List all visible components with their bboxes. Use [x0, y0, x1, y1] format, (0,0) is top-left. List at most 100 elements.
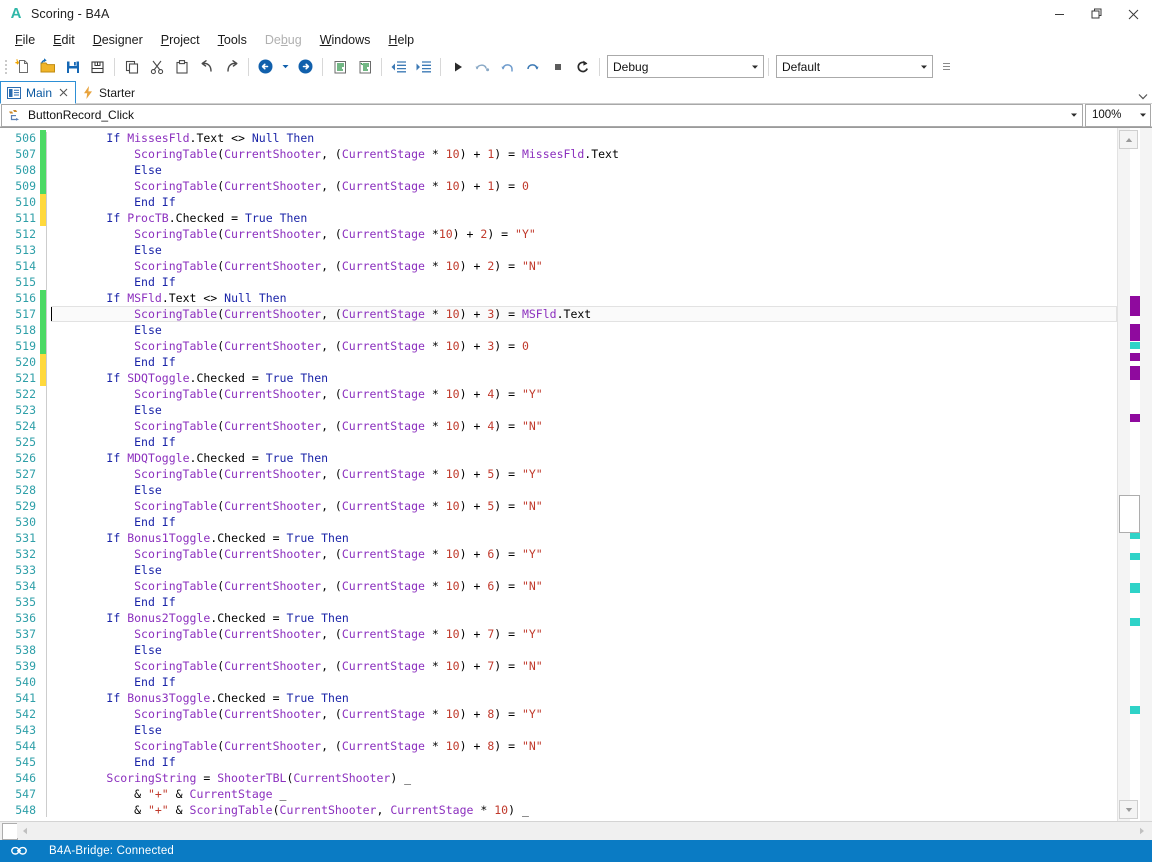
- paste-icon[interactable]: [169, 55, 194, 79]
- code-line[interactable]: ScoringTable(CurrentShooter, (CurrentSta…: [51, 706, 1117, 722]
- menu-windows[interactable]: Windows: [311, 29, 380, 51]
- code-line[interactable]: ScoringTable(CurrentShooter, (CurrentSta…: [51, 658, 1117, 674]
- code-line[interactable]: End If: [51, 354, 1117, 370]
- code-line[interactable]: If SDQToggle.Checked = True Then: [51, 370, 1117, 386]
- close-button[interactable]: [1115, 0, 1152, 28]
- toolbar-grip[interactable]: [2, 58, 9, 76]
- tab-starter[interactable]: Starter: [76, 82, 142, 103]
- undo-icon[interactable]: [194, 55, 219, 79]
- code-line[interactable]: Else: [51, 162, 1117, 178]
- code-line[interactable]: Else: [51, 402, 1117, 418]
- code-line[interactable]: End If: [51, 754, 1117, 770]
- code-surface[interactable]: 506 507 508 509 510 511 512 513 514 515 516 517 518 5…: [0, 128, 1117, 821]
- menu-help[interactable]: Help: [379, 29, 423, 51]
- code-line[interactable]: ScoringTable(CurrentShooter, (CurrentSta…: [51, 578, 1117, 594]
- navigate-back-icon[interactable]: [253, 55, 278, 79]
- indent-icon[interactable]: [411, 55, 436, 79]
- menu-designer[interactable]: Designer: [84, 29, 152, 51]
- code-line[interactable]: End If: [51, 674, 1117, 690]
- code-line[interactable]: Else: [51, 242, 1117, 258]
- restart-icon[interactable]: [570, 55, 595, 79]
- code-line[interactable]: ScoringTable(CurrentShooter, (CurrentSta…: [51, 546, 1117, 562]
- code-line[interactable]: If ProcTB.Checked = True Then: [51, 210, 1117, 226]
- code-line[interactable]: ScoringTable(CurrentShooter, (CurrentSta…: [51, 146, 1117, 162]
- minimize-button[interactable]: [1041, 0, 1078, 28]
- scroll-down-button[interactable]: [1119, 800, 1138, 819]
- code-line[interactable]: & "+" & ScoringTable(CurrentShooter, Cur…: [51, 802, 1117, 818]
- code-line[interactable]: ScoringTable(CurrentShooter, (CurrentSta…: [51, 626, 1117, 642]
- step-out-icon[interactable]: [520, 55, 545, 79]
- code-line[interactable]: ScoringString = ShooterTBL(CurrentShoote…: [51, 770, 1117, 786]
- menu-file[interactable]: File: [6, 29, 44, 51]
- restore-button[interactable]: [1078, 0, 1115, 28]
- menu-tools[interactable]: Tools: [209, 29, 256, 51]
- outdent-icon[interactable]: [386, 55, 411, 79]
- code-line[interactable]: If MSFld.Text <> Null Then: [51, 290, 1117, 306]
- code-line[interactable]: If MissesFld.Text <> Null Then: [51, 130, 1117, 146]
- scroll-left-button[interactable]: [17, 823, 33, 838]
- vertical-scroll-thumb[interactable]: [1119, 495, 1140, 533]
- step-into-icon[interactable]: [495, 55, 520, 79]
- copy-icon[interactable]: [119, 55, 144, 79]
- save-all-icon[interactable]: [85, 55, 110, 79]
- module-icon: [7, 86, 21, 99]
- run-icon[interactable]: [445, 55, 470, 79]
- code-line[interactable]: & "+" & CurrentStage _: [51, 786, 1117, 802]
- code-line[interactable]: End If: [51, 434, 1117, 450]
- zoom-select[interactable]: 100%: [1085, 103, 1151, 127]
- code-line[interactable]: Else: [51, 562, 1117, 578]
- code-line[interactable]: End If: [51, 514, 1117, 530]
- code-line[interactable]: ScoringTable(CurrentShooter, (CurrentSta…: [51, 258, 1117, 274]
- code-line[interactable]: Else: [51, 322, 1117, 338]
- save-icon[interactable]: [60, 55, 85, 79]
- chevron-down-icon[interactable]: [1066, 105, 1082, 126]
- navigate-forward-icon[interactable]: [293, 55, 318, 79]
- step-over-icon[interactable]: [470, 55, 495, 79]
- code-line[interactable]: ScoringTable(CurrentShooter, (CurrentSta…: [51, 498, 1117, 514]
- member-select[interactable]: ButtonRecord_Click: [1, 103, 1083, 127]
- code-line[interactable]: End If: [51, 274, 1117, 290]
- code-line[interactable]: End If: [51, 594, 1117, 610]
- vertical-scrollbar[interactable]: [1117, 128, 1152, 821]
- code-line[interactable]: If Bonus3Toggle.Checked = True Then: [51, 690, 1117, 706]
- code-line[interactable]: Else: [51, 642, 1117, 658]
- tab-overflow-icon[interactable]: [1138, 93, 1148, 100]
- navigate-back-dropdown-icon[interactable]: [278, 55, 293, 79]
- cut-icon[interactable]: [144, 55, 169, 79]
- comment-icon[interactable]: [327, 55, 352, 79]
- code-line[interactable]: If Bonus1Toggle.Checked = True Then: [51, 530, 1117, 546]
- code-text[interactable]: If MissesFld.Text <> Null Then ScoringTa…: [47, 128, 1117, 821]
- code-line[interactable]: Else: [51, 482, 1117, 498]
- build-variant-select[interactable]: Default: [776, 55, 933, 78]
- vertical-scroll-track[interactable]: [1140, 128, 1152, 821]
- build-configuration-select[interactable]: Debug: [607, 55, 764, 78]
- code-line[interactable]: ScoringTable(CurrentShooter, (CurrentSta…: [51, 178, 1117, 194]
- open-folder-icon[interactable]: [35, 55, 60, 79]
- scroll-marker: [1130, 553, 1140, 560]
- scroll-right-button[interactable]: [1134, 823, 1150, 838]
- scroll-up-button[interactable]: [1119, 130, 1138, 149]
- code-line[interactable]: ScoringTable(CurrentShooter, (CurrentSta…: [51, 738, 1117, 754]
- menu-edit[interactable]: Edit: [44, 29, 84, 51]
- stop-icon[interactable]: [545, 55, 570, 79]
- code-line[interactable]: If MDQToggle.Checked = True Then: [51, 450, 1117, 466]
- code-line[interactable]: Else: [51, 722, 1117, 738]
- uncomment-icon[interactable]: [352, 55, 377, 79]
- code-line-current[interactable]: ScoringTable(CurrentShooter, (CurrentSta…: [51, 306, 1117, 322]
- code-line[interactable]: ScoringTable(CurrentShooter, (CurrentSta…: [51, 466, 1117, 482]
- code-line[interactable]: ScoringTable(CurrentShooter, (CurrentSta…: [51, 338, 1117, 354]
- code-line[interactable]: ScoringTable(CurrentShooter, (CurrentSta…: [51, 226, 1117, 242]
- menu-project[interactable]: Project: [152, 29, 209, 51]
- code-line[interactable]: ScoringTable(CurrentShooter, (CurrentSta…: [51, 418, 1117, 434]
- horizontal-scrollbar[interactable]: [0, 821, 1152, 840]
- horizontal-scroll-thumb[interactable]: [2, 823, 18, 840]
- code-line[interactable]: ScoringTable(CurrentShooter, (CurrentSta…: [51, 386, 1117, 402]
- code-line[interactable]: End If: [51, 194, 1117, 210]
- toolbar-overflow-button[interactable]: [939, 56, 953, 78]
- tab-main[interactable]: Main: [0, 81, 77, 104]
- redo-icon[interactable]: [219, 55, 244, 79]
- close-icon[interactable]: [59, 88, 68, 97]
- new-file-icon[interactable]: [10, 55, 35, 79]
- code-line[interactable]: If Bonus2Toggle.Checked = True Then: [51, 610, 1117, 626]
